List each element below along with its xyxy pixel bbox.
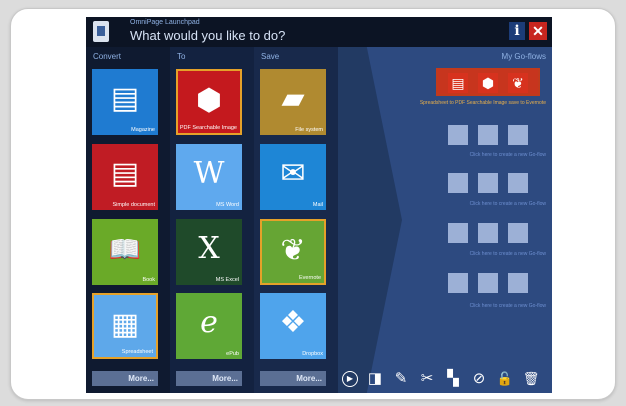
goflow-active[interactable]: ▤ ⬢ ❦: [436, 68, 540, 96]
excel-icon: X: [198, 231, 220, 266]
create-goflow-link[interactable]: Click here to create a new Go-flow: [366, 251, 546, 257]
tile-epub[interactable]: e ePub: [176, 293, 242, 359]
document-icon: ▤: [110, 157, 140, 190]
pdf-icon: ⬢: [195, 84, 223, 117]
tile-simple-document[interactable]: ▤ Simple document: [92, 144, 158, 210]
word-icon: W: [193, 156, 225, 191]
spreadsheet-icon: ▦: [110, 308, 140, 341]
goflow-placeholder: [448, 125, 468, 145]
delete-icon[interactable]: 🗑: [522, 370, 540, 388]
goflow-empty-slot[interactable]: [436, 219, 540, 247]
tile-label: Book: [142, 277, 155, 283]
create-goflow-link[interactable]: Click here to create a new Go-flow: [366, 152, 546, 158]
goflow-placeholder: [478, 223, 498, 243]
convert-more-button[interactable]: More...: [92, 371, 158, 386]
to-more-button[interactable]: More...: [176, 371, 242, 386]
goflow-placeholder: [448, 223, 468, 243]
save-more-button[interactable]: More...: [260, 371, 326, 386]
tools-icon[interactable]: ✂: [418, 370, 436, 388]
tile-label: ePub: [226, 351, 239, 357]
edit-icon[interactable]: ✎: [392, 370, 410, 388]
tile-file-system[interactable]: ▰ File system: [260, 69, 326, 135]
tile-label: MS Word: [216, 202, 239, 208]
launchpad-window: OmniPage Launchpad What would you like t…: [86, 17, 552, 393]
lock-icon[interactable]: 🔓: [496, 370, 514, 388]
tile-pdf-searchable-image[interactable]: ⬢ PDF Searchable Image: [176, 69, 242, 135]
epub-icon: e: [200, 305, 218, 340]
tile-book[interactable]: 📖 Book: [92, 219, 158, 285]
close-button[interactable]: ✕: [529, 22, 547, 40]
tile-ms-word[interactable]: W MS Word: [176, 144, 242, 210]
app-logo-icon: [93, 21, 109, 42]
new-flow-icon[interactable]: ◨: [366, 370, 384, 388]
create-goflow-link[interactable]: Click here to create a new Go-flow: [366, 303, 546, 309]
tile-label: Dropbox: [302, 351, 323, 357]
tile-magazine[interactable]: ▤ Magazine: [92, 69, 158, 135]
goflow-step: ▤: [448, 73, 468, 93]
goflows-title: My Go-flows: [501, 52, 546, 61]
goflow-empty-slot[interactable]: [436, 169, 540, 197]
create-goflow-link[interactable]: Click here to create a new Go-flow: [366, 201, 546, 207]
goflow-active-caption[interactable]: Spreadsheet to PDF Searchable Image save…: [366, 100, 546, 106]
tile-label: Magazine: [131, 127, 155, 133]
goflow-empty-slot[interactable]: [436, 121, 540, 149]
evernote-icon: ❦: [280, 234, 306, 267]
goflow-step: ❦: [508, 73, 528, 93]
evernote-icon: ❦: [512, 75, 524, 91]
tile-dropbox[interactable]: ❖ Dropbox: [260, 293, 326, 359]
convert-header: Convert: [93, 52, 122, 61]
page-title: What would you like to do?: [130, 28, 286, 43]
paint-icon[interactable]: ▚: [444, 370, 462, 388]
book-icon: 📖: [108, 234, 142, 264]
tile-mail[interactable]: ✉ Mail: [260, 144, 326, 210]
goflow-placeholder: [508, 125, 528, 145]
goflow-placeholder: [508, 223, 528, 243]
pdf-icon: ▤: [451, 75, 465, 91]
convert-icon: ⬢: [481, 75, 495, 91]
goflow-placeholder: [448, 273, 468, 293]
magazine-icon: ▤: [110, 82, 140, 115]
tile-label: PDF Searchable Image: [179, 125, 237, 131]
goflow-placeholder: [478, 125, 498, 145]
goflow-placeholder: [508, 273, 528, 293]
goflow-step: ⬢: [478, 73, 498, 93]
tile-label: MS Excel: [215, 277, 239, 283]
tile-label: Spreadsheet: [121, 349, 153, 355]
unlink-icon[interactable]: ⊘: [470, 370, 488, 388]
title-bar: OmniPage Launchpad What would you like t…: [86, 17, 552, 47]
folder-icon: ▰: [281, 82, 305, 115]
tile-evernote[interactable]: ❦ Evernote: [260, 219, 326, 285]
to-header: To: [177, 52, 186, 61]
goflow-toolbar: ▶ ◨ ✎ ✂ ▚ ⊘ 🔓 🗑: [342, 368, 552, 390]
goflow-placeholder: [508, 173, 528, 193]
dropbox-icon: ❖: [279, 306, 307, 339]
mail-icon: ✉: [280, 157, 306, 190]
goflow-placeholder: [448, 173, 468, 193]
goflow-empty-slot[interactable]: [436, 269, 540, 297]
tile-ms-excel[interactable]: X MS Excel: [176, 219, 242, 285]
save-header: Save: [261, 52, 280, 61]
goflow-placeholder: [478, 273, 498, 293]
info-button[interactable]: i: [509, 22, 525, 40]
tile-label: Evernote: [298, 275, 321, 281]
tile-label: File system: [295, 127, 323, 133]
goflow-placeholder: [478, 173, 498, 193]
tile-spreadsheet[interactable]: ▦ Spreadsheet: [92, 293, 158, 359]
tile-label: Simple document: [112, 202, 156, 208]
app-name: OmniPage Launchpad: [130, 19, 200, 26]
tile-label: Mail: [312, 202, 323, 208]
play-icon[interactable]: ▶: [342, 371, 358, 387]
